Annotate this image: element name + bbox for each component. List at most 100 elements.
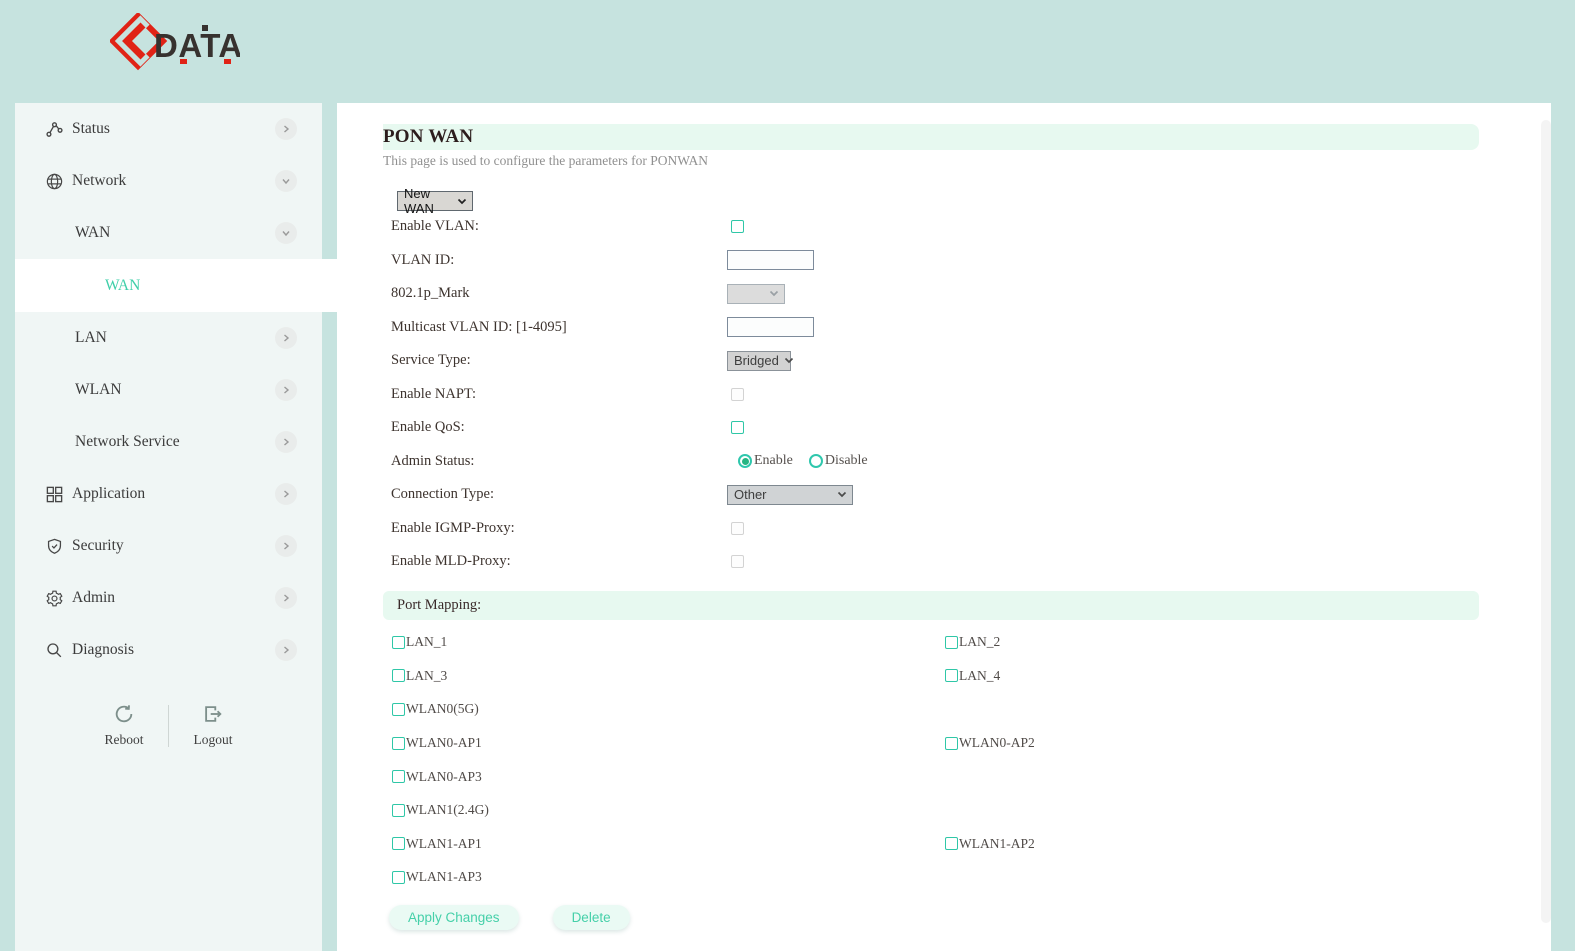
- port-option-lan1[interactable]: LAN_1: [383, 634, 945, 650]
- chevron-right-icon[interactable]: [275, 535, 297, 557]
- wlan0-ap1-checkbox[interactable]: [392, 737, 405, 750]
- chevron-down-icon[interactable]: [275, 170, 297, 192]
- multicast-vlan-label: Multicast VLAN ID: [1-4095]: [383, 319, 727, 336]
- enable-vlan-checkbox[interactable]: [731, 220, 744, 233]
- port-option-wlan0-5g[interactable]: WLAN0(5G): [383, 701, 945, 717]
- delete-button[interactable]: Delete: [553, 905, 630, 930]
- chevron-right-icon[interactable]: [275, 379, 297, 401]
- port-option-wlan0-ap1[interactable]: WLAN0-AP1: [383, 735, 945, 751]
- port-mapping-header: Port Mapping:: [397, 597, 481, 614]
- enable-napt-checkbox[interactable]: [731, 388, 744, 401]
- sidebar-item-admin[interactable]: Admin: [15, 572, 322, 624]
- sidebar-item-diagnosis[interactable]: Diagnosis: [15, 624, 322, 676]
- wlan0-5g-checkbox[interactable]: [392, 703, 405, 716]
- port-option-lan4[interactable]: LAN_4: [945, 668, 1000, 684]
- wlan0-ap2-checkbox[interactable]: [945, 737, 958, 750]
- admin-status-enable-option[interactable]: Enable: [738, 453, 793, 469]
- sidebar-item-network-service[interactable]: Network Service: [15, 416, 322, 468]
- logout-button[interactable]: Logout: [175, 703, 251, 748]
- lan3-checkbox[interactable]: [392, 669, 405, 682]
- connection-type-select-value: Other: [734, 487, 767, 502]
- vlan-id-input[interactable]: [727, 250, 814, 270]
- enable-napt-label: Enable NAPT:: [383, 386, 727, 403]
- multicast-vlan-input[interactable]: [727, 317, 814, 337]
- sidebar-item-label: Application: [72, 485, 145, 503]
- port-mapping-grid: LAN_1 LAN_2 LAN_3 LAN_4: [383, 626, 1479, 895]
- port-option-wlan0-ap3[interactable]: WLAN0-AP3: [383, 769, 945, 785]
- sidebar-item-security[interactable]: Security: [15, 520, 322, 572]
- port-option-wlan1-24g[interactable]: WLAN1(2.4G): [383, 802, 945, 818]
- enable-igmp-checkbox[interactable]: [731, 522, 744, 535]
- port-label: WLAN1(2.4G): [406, 802, 489, 818]
- form-row: Connection Type: Other: [383, 478, 1479, 512]
- sidebar-item-label: LAN: [75, 329, 107, 347]
- scrollbar-thumb[interactable]: [1541, 120, 1551, 923]
- radio-disable[interactable]: [809, 454, 823, 468]
- wlan1-24g-checkbox[interactable]: [392, 804, 405, 817]
- magnifier-icon: [45, 640, 65, 660]
- radio-enable[interactable]: [738, 454, 752, 468]
- sidebar-item-wan-active[interactable]: WAN: [15, 259, 337, 312]
- connection-type-select[interactable]: Other: [727, 485, 853, 505]
- chevron-right-icon[interactable]: [275, 639, 297, 661]
- globe-icon: [45, 171, 65, 191]
- port-option-wlan1-ap3[interactable]: WLAN1-AP3: [383, 869, 945, 885]
- p-mark-select[interactable]: [727, 284, 785, 304]
- form-row: Enable MLD-Proxy:: [383, 545, 1479, 579]
- lan2-checkbox[interactable]: [945, 636, 958, 649]
- page-title: PON WAN: [383, 126, 473, 148]
- lan1-checkbox[interactable]: [392, 636, 405, 649]
- admin-status-disable-option[interactable]: Disable: [809, 453, 868, 469]
- sidebar: Status Network WAN WAN LAN WLAN: [15, 103, 322, 951]
- sidebar-item-status[interactable]: Status: [15, 103, 322, 155]
- lan4-checkbox[interactable]: [945, 669, 958, 682]
- cdata-logo: DATA: [110, 13, 240, 71]
- enable-qos-checkbox[interactable]: [731, 421, 744, 434]
- port-label: WLAN0-AP3: [406, 769, 482, 785]
- sidebar-item-wlan[interactable]: WLAN: [15, 364, 322, 416]
- admin-status-label: Admin Status:: [383, 453, 727, 470]
- form-row: Multicast VLAN ID: [1-4095]: [383, 311, 1479, 345]
- chevron-right-icon[interactable]: [275, 431, 297, 453]
- wlan1-ap1-checkbox[interactable]: [392, 837, 405, 850]
- sidebar-item-lan[interactable]: LAN: [15, 312, 322, 364]
- port-option-wlan1-ap2[interactable]: WLAN1-AP2: [945, 836, 1035, 852]
- status-icon: [45, 119, 65, 139]
- port-row: WLAN0(5G): [383, 693, 1479, 727]
- sidebar-item-application[interactable]: Application: [15, 468, 322, 520]
- port-label: LAN_1: [406, 634, 447, 650]
- port-option-lan2[interactable]: LAN_2: [945, 634, 1000, 650]
- wlan1-ap2-checkbox[interactable]: [945, 837, 958, 850]
- wan-select[interactable]: New WAN: [397, 191, 473, 211]
- chevron-down-icon[interactable]: [275, 222, 297, 244]
- port-option-lan3[interactable]: LAN_3: [383, 668, 945, 684]
- port-label: WLAN1-AP2: [959, 836, 1035, 852]
- service-type-select[interactable]: Bridged: [727, 351, 791, 371]
- form-row: Service Type: Bridged: [383, 344, 1479, 378]
- reboot-button[interactable]: Reboot: [86, 703, 162, 748]
- logout-icon: [202, 703, 224, 729]
- connection-type-label: Connection Type:: [383, 486, 727, 503]
- port-row: LAN_3 LAN_4: [383, 659, 1479, 693]
- page-title-banner: PON WAN: [383, 124, 1479, 150]
- port-option-wlan0-ap2[interactable]: WLAN0-AP2: [945, 735, 1035, 751]
- form-row: VLAN ID:: [383, 244, 1479, 278]
- chevron-right-icon[interactable]: [275, 118, 297, 140]
- apply-changes-button[interactable]: Apply Changes: [389, 905, 519, 930]
- gear-icon: [45, 588, 65, 608]
- wlan1-ap3-checkbox[interactable]: [392, 871, 405, 884]
- footer-divider: [168, 705, 169, 747]
- chevron-right-icon[interactable]: [275, 587, 297, 609]
- sidebar-item-label: Admin: [72, 589, 115, 607]
- sidebar-item-label: Diagnosis: [72, 641, 134, 659]
- sidebar-item-network[interactable]: Network: [15, 155, 322, 207]
- chevron-right-icon[interactable]: [275, 483, 297, 505]
- chevron-right-icon[interactable]: [275, 327, 297, 349]
- sidebar-item-wan-group[interactable]: WAN: [15, 207, 322, 259]
- port-label: WLAN0-AP2: [959, 735, 1035, 751]
- port-option-wlan1-ap1[interactable]: WLAN1-AP1: [383, 836, 945, 852]
- radio-enable-label: Enable: [754, 453, 793, 469]
- enable-igmp-label: Enable IGMP-Proxy:: [383, 520, 727, 537]
- wlan0-ap3-checkbox[interactable]: [392, 770, 405, 783]
- enable-mld-checkbox[interactable]: [731, 555, 744, 568]
